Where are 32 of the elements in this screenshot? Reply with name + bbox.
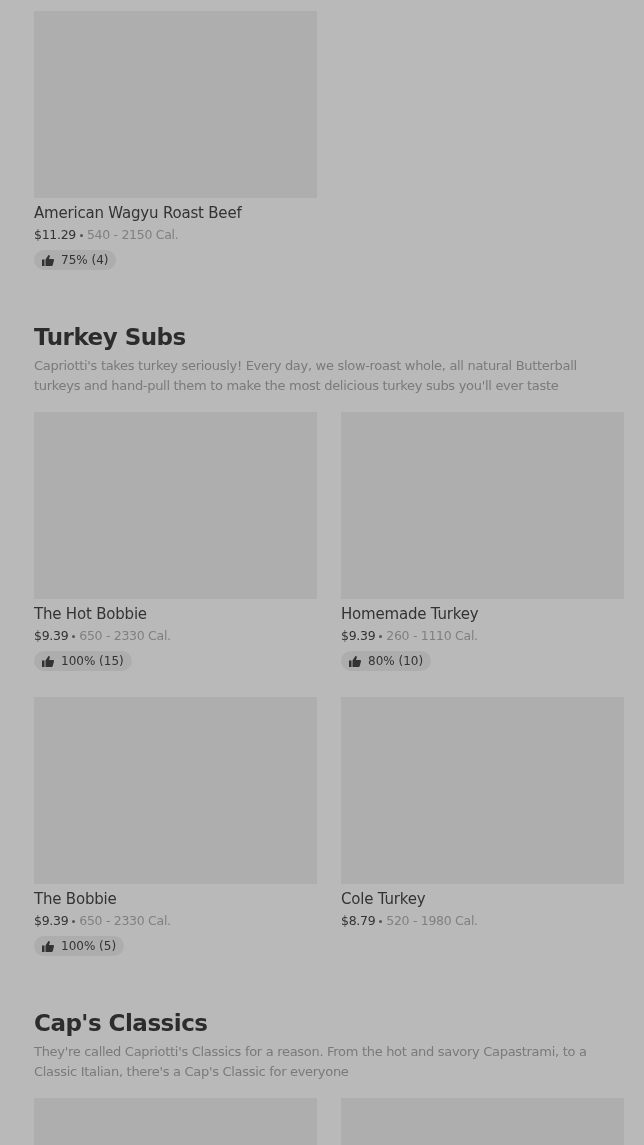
item-price: $8.79 xyxy=(341,912,376,930)
item-price: $11.29 xyxy=(34,226,76,244)
separator-dot xyxy=(379,919,383,923)
thumbs-up-icon xyxy=(42,254,54,266)
item-calories: 650 - 2330 Cal. xyxy=(79,627,171,645)
item-price: $9.39 xyxy=(34,627,69,645)
rating-text: 80% (10) xyxy=(368,654,424,668)
item-price: $9.39 xyxy=(34,912,69,930)
separator-dot xyxy=(72,634,76,638)
section-title: Cap's Classics xyxy=(34,1009,209,1038)
rating-text: 75% (4) xyxy=(61,253,109,267)
item-price: $9.39 xyxy=(341,627,376,645)
item-calories: 650 - 2330 Cal. xyxy=(79,912,171,930)
item-name[interactable]: The Hot Bobbie xyxy=(34,604,317,624)
thumbs-up-icon xyxy=(349,655,361,667)
item-name[interactable]: Homemade Turkey xyxy=(341,604,624,624)
separator-dot xyxy=(72,919,76,923)
section-description: Capriotti's takes turkey seriously! Every day, we slow-roast whole, all natural Butterball turkeys and hand-pull them to make the most delicious turkey subs you'll ever taste xyxy=(34,357,578,395)
separator-dot xyxy=(379,634,383,638)
item-name[interactable]: The Bobbie xyxy=(34,889,317,909)
item-name[interactable]: American Wagyu Roast Beef xyxy=(34,203,317,223)
rating-text: 100% (15) xyxy=(61,654,124,668)
item-calories: 540 - 2150 Cal. xyxy=(86,226,179,244)
separator-dot xyxy=(79,233,83,237)
thumbs-up-icon xyxy=(42,940,54,952)
section-title: Turkey Subs xyxy=(34,323,187,352)
thumbs-up-icon xyxy=(42,655,54,667)
section-description: They're called Capriotti's Classics for a reason. From the hot and savory Capastrami, to a Classic Italian, there's a Cap's Classic for everyone xyxy=(34,1043,588,1081)
item-calories: 520 - 1980 Cal. xyxy=(386,912,478,930)
rating-text: 100% (5) xyxy=(61,939,117,953)
item-name[interactable]: Cole Turkey xyxy=(341,889,624,909)
item-calories: 260 - 1110 Cal. xyxy=(386,627,478,645)
